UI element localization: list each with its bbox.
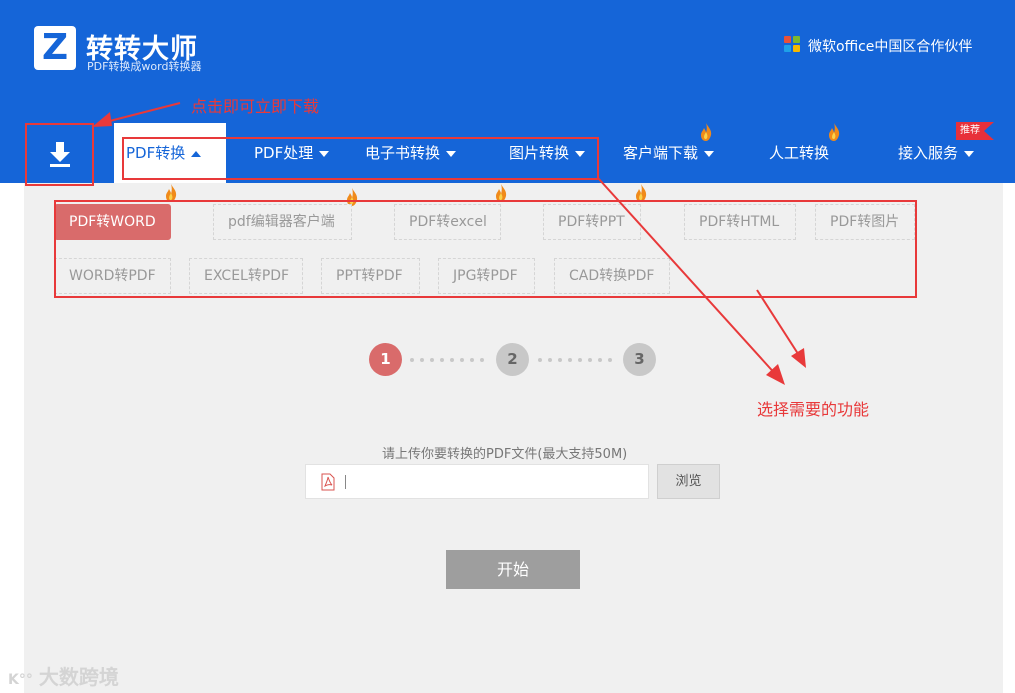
annotation-download-note: 点击即可立即下载: [191, 97, 320, 116]
annotation-select-note: 选择需要的功能: [757, 400, 870, 419]
watermark-text: 大数跨境: [38, 665, 119, 689]
watermark: K°° 大数跨境: [8, 661, 119, 690]
annotation-arrows: [92, 102, 806, 385]
watermark-logo-icon: K°°: [8, 672, 33, 688]
